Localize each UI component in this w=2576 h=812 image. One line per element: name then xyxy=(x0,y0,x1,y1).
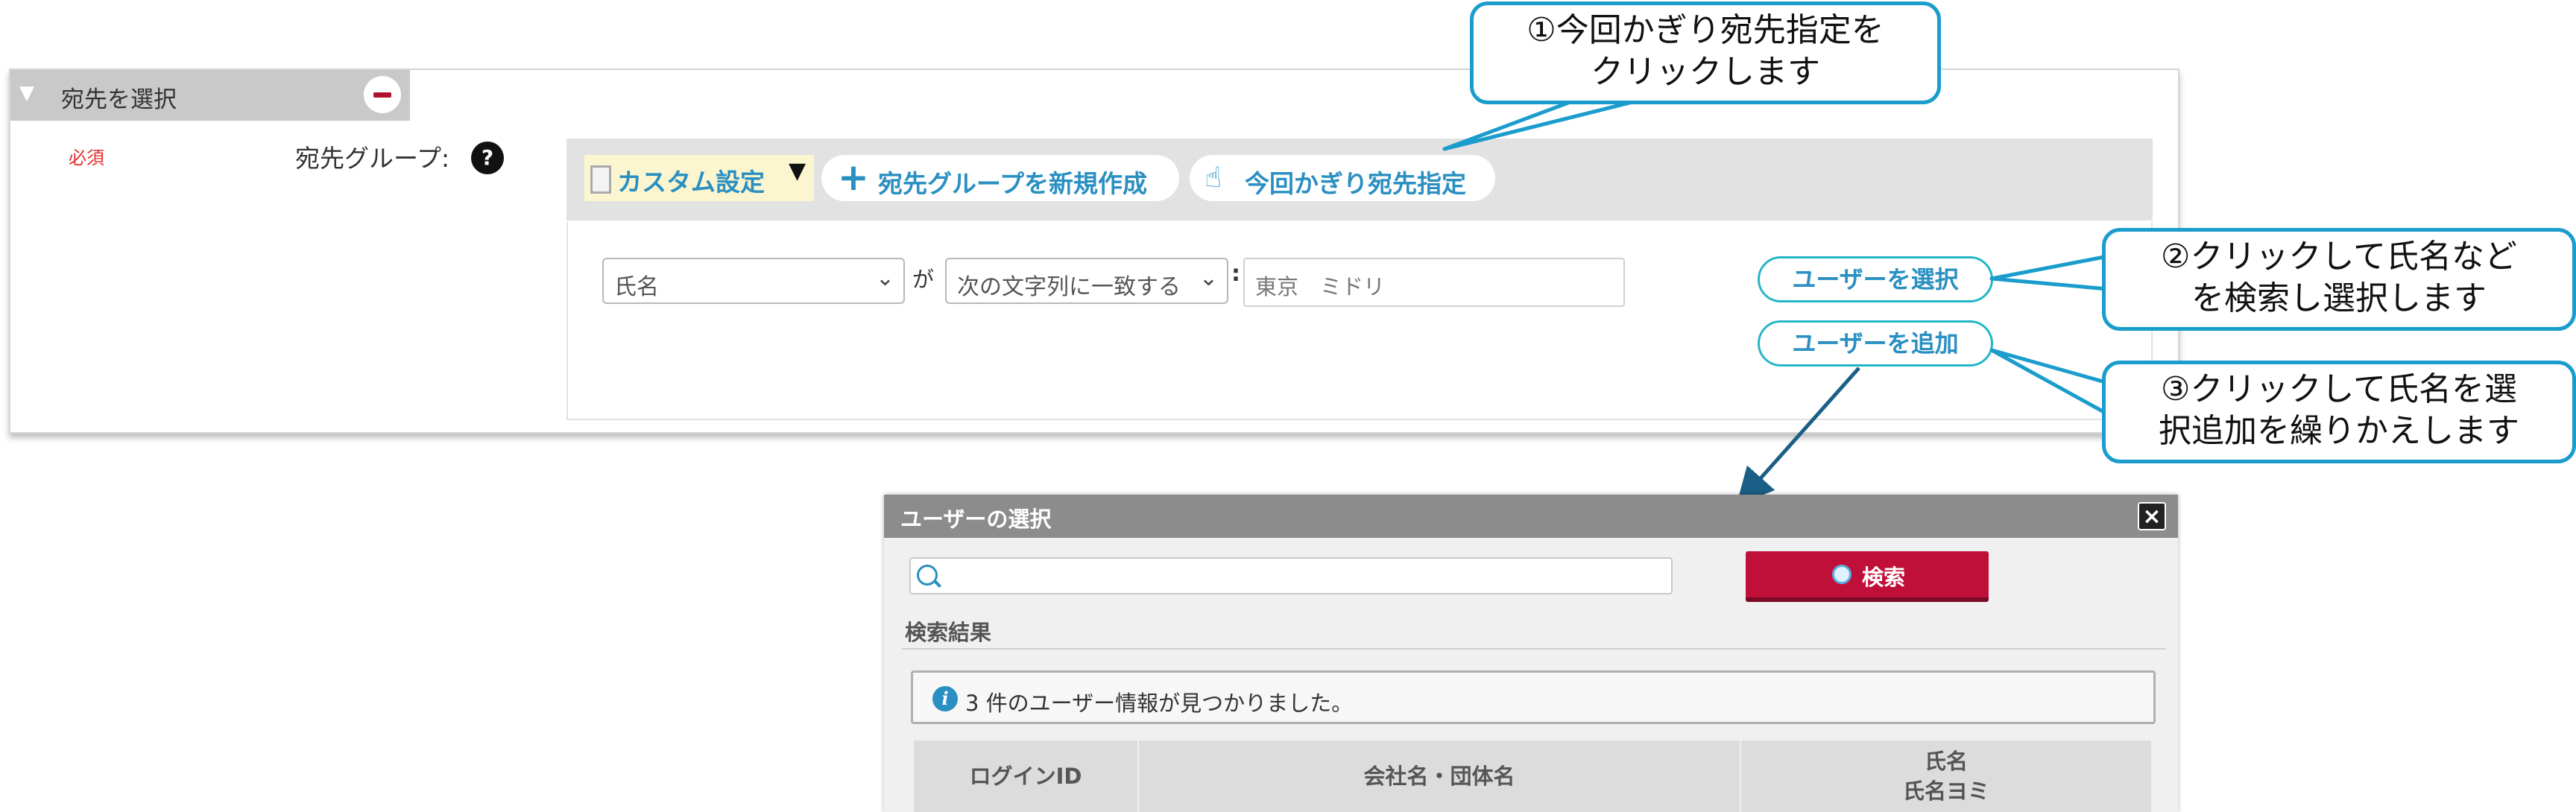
callout-2: ②クリックして氏名など を検索し選択します xyxy=(2102,228,2576,331)
column-header-login-id[interactable]: ログインID xyxy=(914,740,1137,812)
info-icon: i xyxy=(932,686,958,711)
callout-1: ①今回かぎり宛先指定を クリックします xyxy=(1470,1,1941,104)
search-button-label: 検索 xyxy=(1862,565,1906,590)
column-header-name-reading-label: 氏名ヨミ xyxy=(1902,778,1989,804)
callout2-pointer xyxy=(1989,254,2110,291)
column-header-company[interactable]: 会社名・団体名 xyxy=(1139,740,1740,812)
callout-2-line-2: を検索し選択します xyxy=(2191,279,2487,317)
callout-3-line-2: 択追加を繰りかえします xyxy=(2159,412,2519,450)
search-icon xyxy=(917,565,938,586)
callout-3-line-1: ③クリックして氏名を選 xyxy=(2160,370,2518,408)
callout-3: ③クリックして氏名を選 択追加を繰りかえします xyxy=(2102,361,2576,463)
column-header-name[interactable]: 氏名 氏名ヨミ xyxy=(1741,740,2151,812)
search-icon xyxy=(1832,565,1852,584)
column-header-name-label: 氏名 xyxy=(1924,749,1968,774)
user-search-input[interactable] xyxy=(909,557,1673,594)
callout3-pointer xyxy=(1989,348,2110,416)
close-icon[interactable]: × xyxy=(2138,502,2166,530)
results-heading: 検索結果 xyxy=(905,620,992,645)
dialog-titlebar xyxy=(884,495,2178,538)
callout1-pointer xyxy=(1442,96,1650,151)
search-button[interactable]: 検索 xyxy=(1746,551,1989,602)
results-divider xyxy=(902,648,2166,650)
dialog-title: ユーザーの選択 xyxy=(900,507,1052,532)
results-info-message: 3 件のユーザー情報が見つかりました。 xyxy=(965,691,1354,716)
callout-1-line-2: クリックします xyxy=(1591,53,1820,91)
dialog-arrow xyxy=(1736,367,1860,506)
results-info-box: i 3 件のユーザー情報が見つかりました。 xyxy=(911,670,2156,724)
callout-1-line-1: ①今回かぎり宛先指定を xyxy=(1527,11,1884,49)
callout-2-line-1: ②クリックして氏名など xyxy=(2160,238,2518,276)
